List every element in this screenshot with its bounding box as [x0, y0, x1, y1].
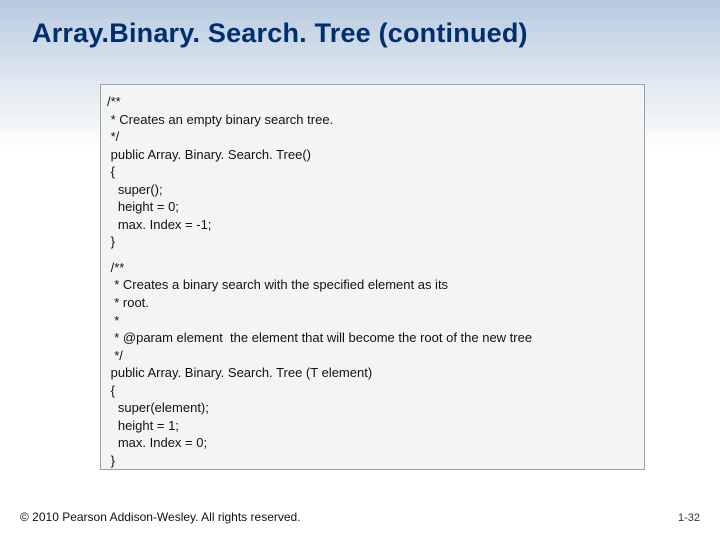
code-line: */ — [107, 347, 638, 365]
slide-title: Array.Binary. Search. Tree (continued) — [32, 18, 688, 49]
page-number: 1-32 — [678, 512, 700, 524]
code-line: public Array. Binary. Search. Tree() — [107, 146, 638, 164]
code-line: /** — [107, 93, 638, 111]
code-line: { — [107, 382, 638, 400]
code-line: super(element); — [107, 399, 638, 417]
code-line: * Creates an empty binary search tree. — [107, 111, 638, 129]
slide: Array.Binary. Search. Tree (continued) /… — [0, 0, 720, 540]
code-line: * — [107, 312, 638, 330]
code-line: */ — [107, 128, 638, 146]
code-line: * root. — [107, 294, 638, 312]
code-line: max. Index = -1; — [107, 216, 638, 234]
code-line: height = 0; — [107, 198, 638, 216]
code-line: { — [107, 163, 638, 181]
code-line: * Creates a binary search with the speci… — [107, 276, 638, 294]
code-line: /** — [107, 259, 638, 277]
blank-line — [107, 251, 638, 259]
code-line: height = 1; — [107, 417, 638, 435]
code-listing-box: /** * Creates an empty binary search tre… — [100, 84, 645, 470]
code-line: max. Index = 0; — [107, 434, 638, 452]
code-line: super(); — [107, 181, 638, 199]
code-line: * @param element the element that will b… — [107, 329, 638, 347]
code-line: public Array. Binary. Search. Tree (T el… — [107, 364, 638, 382]
code-line: } — [107, 233, 638, 251]
code-line: } — [107, 452, 638, 470]
copyright-text: © 2010 Pearson Addison-Wesley. All right… — [20, 510, 301, 524]
